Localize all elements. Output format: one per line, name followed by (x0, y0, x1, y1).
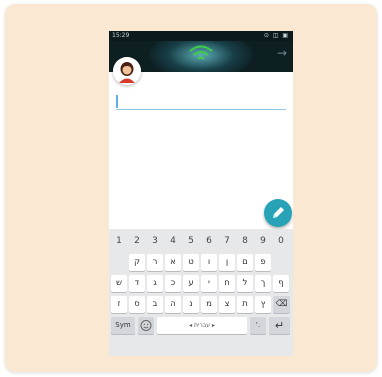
key-zayin[interactable]: ז (111, 296, 127, 313)
smiley-icon (140, 320, 152, 331)
key-pe[interactable]: פ (255, 254, 271, 271)
key-7[interactable]: 7 (219, 233, 235, 250)
key-he[interactable]: ה (165, 296, 181, 313)
key-yod[interactable]: י (201, 275, 217, 292)
key-tsadi[interactable]: צ (219, 296, 235, 313)
compose-button[interactable] (264, 199, 292, 227)
key-4[interactable]: 4 (165, 233, 181, 250)
key-vav[interactable]: ו (201, 254, 217, 271)
key-ayin[interactable]: ע (183, 275, 199, 292)
key-bet[interactable]: ב (147, 296, 163, 313)
key-final-nun[interactable]: ן (219, 254, 235, 271)
message-input[interactable] (116, 95, 286, 110)
key-final-tsadi[interactable]: ץ (255, 296, 271, 313)
key-3[interactable]: 3 (147, 233, 163, 250)
key-1[interactable]: 1 (111, 233, 127, 250)
key-resh[interactable]: ר (147, 254, 163, 271)
key-dalet[interactable]: ד (129, 275, 145, 292)
key-gimel[interactable]: ג (147, 275, 163, 292)
function-row: Sym ◂ עברית ▸ '. ↵ (109, 317, 293, 337)
key-9[interactable]: 9 (255, 233, 271, 250)
key-nun[interactable]: נ (183, 296, 199, 313)
key-tet[interactable]: ט (183, 254, 199, 271)
key-shin[interactable]: ש (111, 275, 127, 292)
status-time: 15:29 (112, 32, 130, 39)
backspace-key[interactable]: ⌫ (273, 296, 290, 313)
emoji-key[interactable] (138, 317, 154, 334)
key-final-pe[interactable]: ף (273, 275, 289, 292)
key-final-mem[interactable]: ם (237, 254, 253, 271)
key-lamed[interactable]: ל (237, 275, 253, 292)
keyboard: 1 2 3 4 5 6 7 8 9 0 ק ר א ט ו ן ם פ ש ד … (109, 229, 293, 356)
key-samekh[interactable]: ס (129, 296, 145, 313)
letter-row-3: ז ס ב ה נ מ צ ת ץ ⌫ (109, 296, 293, 314)
wifi-icon (189, 45, 213, 60)
key-2[interactable]: 2 (129, 233, 145, 250)
screenshot-card: 15:29 ⊙ ◫ ▣ → 1 2 3 4 5 6 7 8 9 0 ק ר א … (5, 4, 377, 372)
key-8[interactable]: 8 (237, 233, 253, 250)
text-cursor (116, 95, 118, 108)
key-het[interactable]: ח (219, 275, 235, 292)
status-bar: 15:29 ⊙ ◫ ▣ (109, 31, 293, 41)
forward-arrow-icon[interactable]: → (277, 46, 287, 60)
pencil-icon (273, 207, 284, 218)
letter-row-2: ש ד ג כ ע י ח ל ך ף (109, 275, 293, 293)
key-alef[interactable]: א (165, 254, 181, 271)
avatar[interactable] (113, 57, 141, 85)
number-row: 1 2 3 4 5 6 7 8 9 0 (109, 233, 293, 251)
key-kaf[interactable]: כ (165, 275, 181, 292)
key-qof[interactable]: ק (129, 254, 145, 271)
punctuation-key[interactable]: '. (250, 317, 266, 334)
key-final-kaf[interactable]: ך (255, 275, 271, 292)
key-6[interactable]: 6 (201, 233, 217, 250)
key-tav[interactable]: ת (237, 296, 253, 313)
key-0[interactable]: 0 (273, 233, 289, 250)
space-key[interactable]: ◂ עברית ▸ (157, 317, 247, 334)
enter-key[interactable]: ↵ (269, 317, 290, 334)
key-5[interactable]: 5 (183, 233, 199, 250)
key-mem[interactable]: מ (201, 296, 217, 313)
status-icons: ⊙ ◫ ▣ (263, 32, 289, 39)
phone-screen: 15:29 ⊙ ◫ ▣ → 1 2 3 4 5 6 7 8 9 0 ק ר א … (109, 31, 293, 356)
sym-key[interactable]: Sym (111, 317, 135, 334)
letter-row-1: ק ר א ט ו ן ם פ (109, 254, 293, 272)
user-avatar-icon (113, 57, 141, 85)
